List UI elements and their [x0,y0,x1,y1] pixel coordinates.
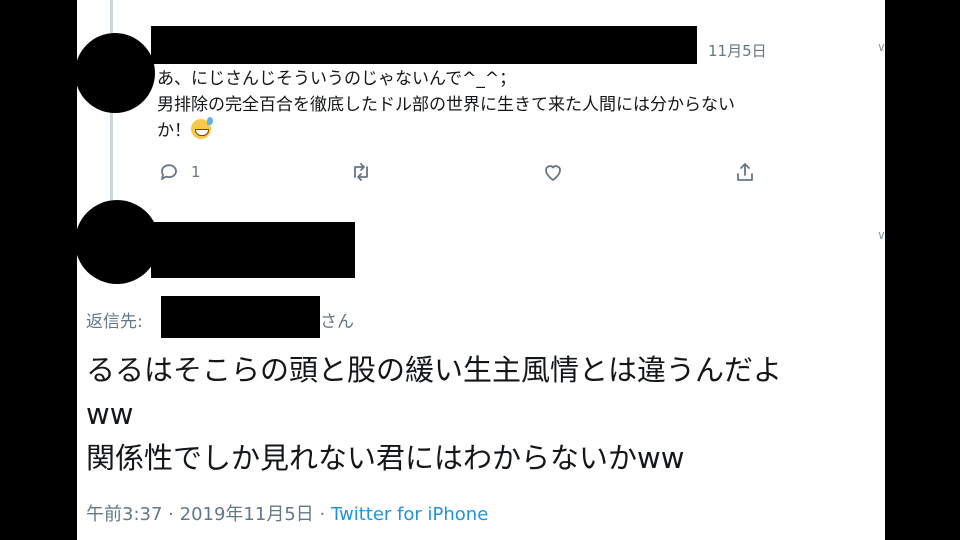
reply-button[interactable]: 1 [157,160,201,184]
reply-text: るるはそこらの頭と股の緩い生主風情とは違うんだよ ww 関係性でしか見れない君に… [86,353,783,475]
chevron-down-icon[interactable]: ∨ [877,228,885,242]
chevron-down-icon[interactable]: ∨ [877,40,885,54]
tweet-text-line: 男排除の完全百合を徹底したドル部の世界に生きて来た人間には分からない [157,95,735,115]
tweet-source-link[interactable]: Twitter for iPhone [331,504,488,525]
tweet-text: あ、にじさんじそういうのじゃないんで^_^； 男排除の完全百合を徹底したドル部の… [157,66,885,144]
tweet-time[interactable]: 午前3:37 [86,504,162,525]
reply-count: 1 [191,163,201,181]
retweet-button[interactable] [349,160,373,184]
reply-icon [161,164,177,180]
tweet-meta: 午前3:37 · 2019年11月5日 · Twitter for iPhone [86,500,488,526]
avatar[interactable] [77,200,159,284]
tweet-text-line: あ、にじさんじそういうのじゃないんで^_^； [157,69,517,89]
replying-to-label: 返信先: [86,312,143,332]
redacted-reply-target[interactable] [161,296,320,338]
share-icon [737,163,753,181]
like-button[interactable] [541,160,565,184]
grinning-sweat-emoji-icon [191,117,213,139]
retweet-icon [354,163,368,181]
replying-to-suffix: さん [320,312,354,332]
tweet-date[interactable]: 2019年11月5日 [180,504,314,525]
tweet-text-line: か！ [157,121,191,141]
share-button[interactable] [733,160,757,184]
tweet-panel: 11月5日 ∨ あ、にじさんじそういうのじゃないんで^_^； 男排除の完全百合を… [77,0,885,540]
meta-separator: · [168,504,174,525]
avatar[interactable] [77,33,155,113]
redacted-username [151,26,697,64]
tweet-actions: 1 [157,160,877,190]
tweet-timestamp[interactable]: 11月5日 [708,40,767,61]
meta-separator: · [319,504,326,525]
redacted-username [151,222,355,278]
heart-icon [545,165,561,181]
